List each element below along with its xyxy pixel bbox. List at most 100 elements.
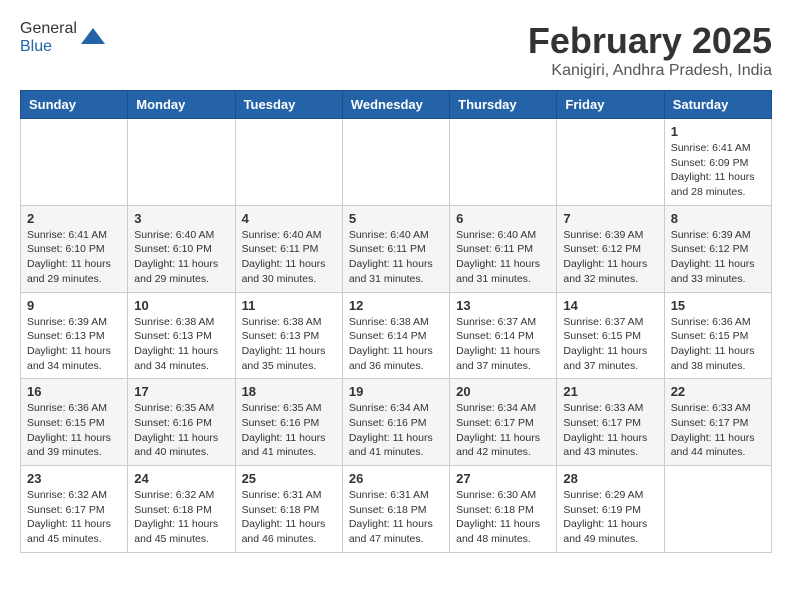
day-number: 18 <box>242 384 336 399</box>
day-number: 6 <box>456 211 550 226</box>
calendar-day-cell: 10 Sunrise: 6:38 AM Sunset: 6:13 PM Dayli… <box>128 292 235 379</box>
calendar-week-row: 9 Sunrise: 6:39 AM Sunset: 6:13 PM Daylig… <box>21 292 772 379</box>
day-info: Sunrise: 6:31 AM Sunset: 6:18 PM Dayligh… <box>349 488 443 547</box>
day-number: 9 <box>27 298 121 313</box>
calendar-day-cell: 19 Sunrise: 6:34 AM Sunset: 6:16 PM Dayli… <box>342 379 449 466</box>
day-info: Sunrise: 6:38 AM Sunset: 6:13 PM Dayligh… <box>242 315 336 374</box>
calendar-week-row: 23 Sunrise: 6:32 AM Sunset: 6:17 PM Dayli… <box>21 466 772 553</box>
day-number: 3 <box>134 211 228 226</box>
day-info: Sunrise: 6:39 AM Sunset: 6:13 PM Dayligh… <box>27 315 121 374</box>
weekday-header: Friday <box>557 91 664 119</box>
calendar-day-cell: 14Sunrise: 6:37 AM Sunset: 6:15 PM Dayli… <box>557 292 664 379</box>
day-number: 27 <box>456 471 550 486</box>
day-info: Sunrise: 6:39 AM Sunset: 6:12 PM Dayligh… <box>563 228 657 287</box>
calendar-day-cell: 28Sunrise: 6:29 AM Sunset: 6:19 PM Dayli… <box>557 466 664 553</box>
calendar-day-cell <box>342 119 449 206</box>
calendar-day-cell: 17 Sunrise: 6:35 AM Sunset: 6:16 PM Dayli… <box>128 379 235 466</box>
calendar-day-cell: 24 Sunrise: 6:32 AM Sunset: 6:18 PM Dayli… <box>128 466 235 553</box>
calendar-day-cell <box>235 119 342 206</box>
calendar-day-cell: 7 Sunrise: 6:39 AM Sunset: 6:12 PM Daylig… <box>557 205 664 292</box>
calendar-week-row: 2Sunrise: 6:41 AM Sunset: 6:10 PM Daylig… <box>21 205 772 292</box>
calendar-day-cell: 23 Sunrise: 6:32 AM Sunset: 6:17 PM Dayli… <box>21 466 128 553</box>
calendar-day-cell: 4Sunrise: 6:40 AM Sunset: 6:11 PM Daylig… <box>235 205 342 292</box>
page-header: General Blue February 2025 Kanigiri, And… <box>20 20 772 80</box>
day-number: 15 <box>671 298 765 313</box>
calendar-day-cell: 3 Sunrise: 6:40 AM Sunset: 6:10 PM Daylig… <box>128 205 235 292</box>
logo-blue-text: Blue <box>20 38 52 55</box>
day-info: Sunrise: 6:40 AM Sunset: 6:10 PM Dayligh… <box>134 228 228 287</box>
calendar-day-cell: 21Sunrise: 6:33 AM Sunset: 6:17 PM Dayli… <box>557 379 664 466</box>
day-info: Sunrise: 6:33 AM Sunset: 6:17 PM Dayligh… <box>671 401 765 460</box>
day-number: 20 <box>456 384 550 399</box>
day-number: 12 <box>349 298 443 313</box>
calendar-day-cell: 1 Sunrise: 6:41 AM Sunset: 6:09 PM Daylig… <box>664 119 771 206</box>
weekday-header: Saturday <box>664 91 771 119</box>
calendar-day-cell: 8 Sunrise: 6:39 AM Sunset: 6:12 PM Daylig… <box>664 205 771 292</box>
calendar-day-cell: 6 Sunrise: 6:40 AM Sunset: 6:11 PM Daylig… <box>450 205 557 292</box>
day-number: 11 <box>242 298 336 313</box>
day-number: 1 <box>671 124 765 139</box>
calendar-day-cell: 26 Sunrise: 6:31 AM Sunset: 6:18 PM Dayli… <box>342 466 449 553</box>
calendar-week-row: 1 Sunrise: 6:41 AM Sunset: 6:09 PM Daylig… <box>21 119 772 206</box>
day-number: 13 <box>456 298 550 313</box>
day-info: Sunrise: 6:34 AM Sunset: 6:17 PM Dayligh… <box>456 401 550 460</box>
day-info: Sunrise: 6:38 AM Sunset: 6:13 PM Dayligh… <box>134 315 228 374</box>
calendar-day-cell <box>128 119 235 206</box>
day-info: Sunrise: 6:35 AM Sunset: 6:16 PM Dayligh… <box>134 401 228 460</box>
calendar-day-cell <box>450 119 557 206</box>
calendar-day-cell: 25 Sunrise: 6:31 AM Sunset: 6:18 PM Dayli… <box>235 466 342 553</box>
logo: General Blue <box>20 20 107 56</box>
day-number: 16 <box>27 384 121 399</box>
day-info: Sunrise: 6:36 AM Sunset: 6:15 PM Dayligh… <box>671 315 765 374</box>
day-number: 24 <box>134 471 228 486</box>
day-number: 23 <box>27 471 121 486</box>
calendar-day-cell <box>664 466 771 553</box>
calendar-day-cell: 27 Sunrise: 6:30 AM Sunset: 6:18 PM Dayli… <box>450 466 557 553</box>
calendar-day-cell: 9 Sunrise: 6:39 AM Sunset: 6:13 PM Daylig… <box>21 292 128 379</box>
day-info: Sunrise: 6:37 AM Sunset: 6:14 PM Dayligh… <box>456 315 550 374</box>
day-number: 26 <box>349 471 443 486</box>
month-title: February 2025 <box>528 20 772 62</box>
day-number: 10 <box>134 298 228 313</box>
day-info: Sunrise: 6:31 AM Sunset: 6:18 PM Dayligh… <box>242 488 336 547</box>
calendar-day-cell: 20 Sunrise: 6:34 AM Sunset: 6:17 PM Dayli… <box>450 379 557 466</box>
day-info: Sunrise: 6:29 AM Sunset: 6:19 PM Dayligh… <box>563 488 657 547</box>
day-info: Sunrise: 6:37 AM Sunset: 6:15 PM Dayligh… <box>563 315 657 374</box>
calendar-day-cell: 13 Sunrise: 6:37 AM Sunset: 6:14 PM Dayli… <box>450 292 557 379</box>
calendar-day-cell: 2Sunrise: 6:41 AM Sunset: 6:10 PM Daylig… <box>21 205 128 292</box>
calendar-header-row: SundayMondayTuesdayWednesdayThursdayFrid… <box>21 91 772 119</box>
calendar-day-cell: 11 Sunrise: 6:38 AM Sunset: 6:13 PM Dayli… <box>235 292 342 379</box>
weekday-header: Sunday <box>21 91 128 119</box>
day-info: Sunrise: 6:36 AM Sunset: 6:15 PM Dayligh… <box>27 401 121 460</box>
calendar-day-cell: 16 Sunrise: 6:36 AM Sunset: 6:15 PM Dayli… <box>21 379 128 466</box>
day-info: Sunrise: 6:35 AM Sunset: 6:16 PM Dayligh… <box>242 401 336 460</box>
title-block: February 2025 Kanigiri, Andhra Pradesh, … <box>528 20 772 80</box>
weekday-header: Tuesday <box>235 91 342 119</box>
day-number: 5 <box>349 211 443 226</box>
calendar-day-cell: 5Sunrise: 6:40 AM Sunset: 6:11 PM Daylig… <box>342 205 449 292</box>
calendar-day-cell: 18 Sunrise: 6:35 AM Sunset: 6:16 PM Dayli… <box>235 379 342 466</box>
day-info: Sunrise: 6:32 AM Sunset: 6:17 PM Dayligh… <box>27 488 121 547</box>
day-number: 2 <box>27 211 121 226</box>
day-info: Sunrise: 6:41 AM Sunset: 6:09 PM Dayligh… <box>671 141 765 200</box>
weekday-header: Thursday <box>450 91 557 119</box>
location: Kanigiri, Andhra Pradesh, India <box>528 62 772 80</box>
day-number: 8 <box>671 211 765 226</box>
day-info: Sunrise: 6:39 AM Sunset: 6:12 PM Dayligh… <box>671 228 765 287</box>
calendar-day-cell <box>557 119 664 206</box>
day-number: 4 <box>242 211 336 226</box>
day-number: 22 <box>671 384 765 399</box>
day-number: 19 <box>349 384 443 399</box>
day-info: Sunrise: 6:38 AM Sunset: 6:14 PM Dayligh… <box>349 315 443 374</box>
day-number: 7 <box>563 211 657 226</box>
day-info: Sunrise: 6:33 AM Sunset: 6:17 PM Dayligh… <box>563 401 657 460</box>
calendar-day-cell: 22 Sunrise: 6:33 AM Sunset: 6:17 PM Dayli… <box>664 379 771 466</box>
logo-general-text: General <box>20 20 77 37</box>
day-info: Sunrise: 6:34 AM Sunset: 6:16 PM Dayligh… <box>349 401 443 460</box>
day-number: 17 <box>134 384 228 399</box>
day-info: Sunrise: 6:32 AM Sunset: 6:18 PM Dayligh… <box>134 488 228 547</box>
calendar-week-row: 16 Sunrise: 6:36 AM Sunset: 6:15 PM Dayli… <box>21 379 772 466</box>
day-number: 25 <box>242 471 336 486</box>
day-info: Sunrise: 6:30 AM Sunset: 6:18 PM Dayligh… <box>456 488 550 547</box>
day-info: Sunrise: 6:40 AM Sunset: 6:11 PM Dayligh… <box>456 228 550 287</box>
